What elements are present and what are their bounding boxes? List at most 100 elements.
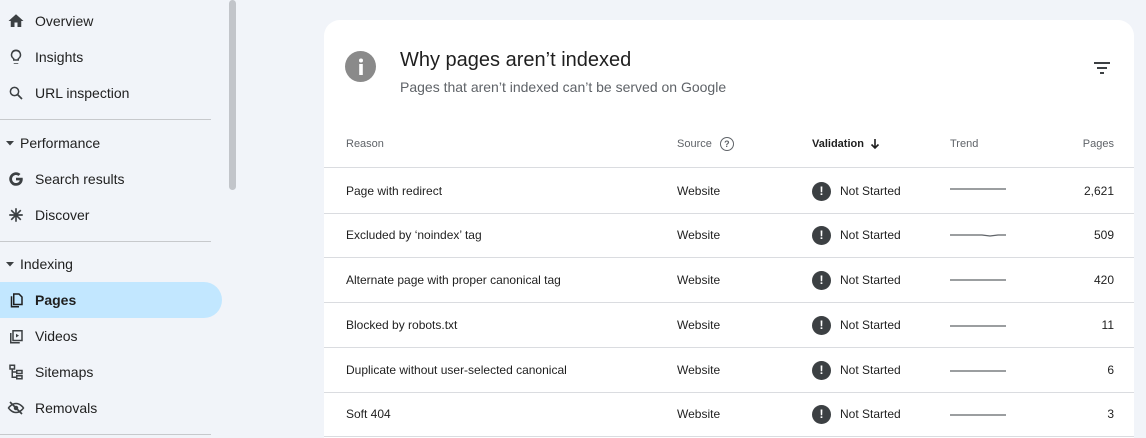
row-validation: ! Not Started	[812, 392, 901, 436]
sidebar-item-videos[interactable]: Videos	[0, 318, 222, 354]
not-indexed-card: Why pages aren’t indexed Pages that aren…	[324, 20, 1134, 438]
sidebar-divider	[0, 241, 211, 242]
row-trend-sparkline	[950, 348, 1008, 392]
row-validation-status: Not Started	[840, 228, 901, 242]
sparkline	[950, 414, 1006, 416]
sidebar: Overview Insights URL inspection Perform…	[0, 0, 236, 438]
row-pages-count: 11	[1101, 318, 1114, 332]
sidebar-item-label: Overview	[35, 13, 94, 29]
row-reason: Soft 404	[346, 407, 391, 421]
row-validation-status: Not Started	[840, 407, 901, 421]
column-validation[interactable]: Validation	[812, 120, 880, 168]
sidebar-item-label: Discover	[35, 207, 90, 223]
sidebar-item-sitemaps[interactable]: Sitemaps	[0, 354, 222, 390]
sidebar-item-label: Search results	[35, 171, 125, 187]
google-g-icon	[0, 161, 35, 197]
row-trend-sparkline	[950, 303, 1008, 347]
sidebar-item-label: URL inspection	[35, 85, 130, 101]
sidebar-item-label: Videos	[35, 328, 78, 344]
table-row[interactable]: Alternate page with proper canonical tag…	[324, 258, 1134, 303]
row-pages-count: 509	[1093, 228, 1114, 242]
sidebar-item-discover[interactable]: Discover	[0, 197, 222, 233]
sitemap-icon	[0, 354, 35, 390]
sparkline	[950, 234, 1006, 237]
row-validation-status: Not Started	[840, 273, 901, 287]
caret-down-icon	[0, 259, 20, 269]
section-label: Indexing	[20, 256, 73, 272]
column-source-label: Source	[677, 138, 712, 150]
exclamation-icon: !	[812, 315, 831, 335]
row-validation-status: Not Started	[840, 318, 901, 332]
column-reason[interactable]: Reason	[346, 120, 384, 168]
row-validation: ! Not Started	[812, 348, 901, 392]
exclamation-icon: !	[812, 181, 831, 201]
row-validation-status: Not Started	[840, 363, 901, 377]
section-indexing[interactable]: Indexing	[0, 249, 222, 279]
sidebar-divider	[0, 434, 211, 435]
sidebar-item-label: Sitemaps	[35, 364, 94, 380]
row-reason: Alternate page with proper canonical tag	[346, 273, 561, 287]
sidebar-item-insights[interactable]: Insights	[0, 39, 222, 75]
row-reason: Excluded by ‘noindex’ tag	[346, 228, 482, 242]
row-validation: ! Not Started	[812, 258, 901, 302]
row-reason: Blocked by robots.txt	[346, 318, 458, 332]
row-trend-sparkline	[950, 169, 1008, 213]
sidebar-item-overview[interactable]: Overview	[0, 3, 222, 39]
table-row[interactable]: Blocked by robots.txt Website! Not Started…	[324, 303, 1134, 348]
sidebar-item-pages[interactable]: Pages	[0, 282, 222, 318]
sidebar-item-removals[interactable]: Removals	[0, 390, 222, 426]
row-pages-count: 420	[1093, 273, 1114, 287]
row-source: Website	[677, 273, 721, 287]
table-row[interactable]: Page with redirect Website! Not Started 2,6…	[324, 169, 1134, 214]
sparkline	[950, 325, 1006, 327]
filter-icon	[1094, 62, 1110, 74]
row-pages-count: 6	[1107, 363, 1114, 377]
table-header: Reason Source ? Validation Trend Pages	[324, 120, 1134, 168]
sidebar-item-search-results[interactable]: Search results	[0, 161, 222, 197]
sidebar-divider	[0, 119, 211, 120]
sidebar-item-label: Pages	[35, 292, 77, 308]
column-validation-label: Validation	[812, 138, 864, 150]
sidebar-item-label: Insights	[35, 49, 84, 65]
table-row[interactable]: Duplicate without user-selected canonica…	[324, 348, 1134, 393]
filter-button[interactable]	[1090, 56, 1114, 80]
video-page-icon	[0, 318, 35, 354]
info-icon	[345, 51, 376, 82]
exclamation-icon: !	[812, 404, 831, 424]
column-source[interactable]: Source ?	[677, 120, 734, 168]
asterisk-icon	[0, 197, 35, 233]
sidebar-scrollbar[interactable]	[229, 0, 236, 190]
column-pages[interactable]: Pages	[1083, 120, 1114, 168]
row-validation: ! Not Started	[812, 213, 901, 257]
exclamation-icon: !	[812, 360, 831, 380]
sidebar-item-url-inspection[interactable]: URL inspection	[0, 75, 222, 111]
exclamation-icon: !	[812, 225, 831, 245]
eye-off-icon	[0, 390, 35, 426]
search-icon	[0, 75, 35, 111]
row-source: Website	[677, 318, 721, 332]
row-trend-sparkline	[950, 392, 1008, 436]
table-row[interactable]: Soft 404 Website! Not Started 3	[324, 392, 1134, 437]
row-source: Website	[677, 407, 721, 421]
row-trend-sparkline	[950, 258, 1008, 302]
lightbulb-icon	[0, 39, 35, 75]
row-source: Website	[677, 363, 721, 377]
row-pages-count: 3	[1107, 407, 1114, 421]
home-icon	[0, 3, 35, 39]
row-reason: Duplicate without user-selected canonica…	[346, 363, 567, 377]
table-row[interactable]: Excluded by ‘noindex’ tag Website! Not Sta…	[324, 213, 1134, 258]
sort-down-icon	[870, 139, 880, 150]
row-trend-sparkline	[950, 213, 1008, 257]
pages-icon	[0, 282, 35, 318]
help-icon[interactable]: ?	[719, 137, 734, 151]
exclamation-icon: !	[812, 270, 831, 290]
row-validation: ! Not Started	[812, 169, 901, 213]
card-subtitle: Pages that aren’t indexed can’t be serve…	[400, 79, 727, 95]
sparkline	[950, 188, 1006, 190]
card-title: Why pages aren’t indexed	[400, 49, 632, 71]
column-trend: Trend	[950, 138, 979, 150]
row-validation-status: Not Started	[840, 184, 901, 198]
sparkline	[950, 279, 1006, 281]
section-performance[interactable]: Performance	[0, 128, 222, 158]
row-source: Website	[677, 228, 721, 242]
